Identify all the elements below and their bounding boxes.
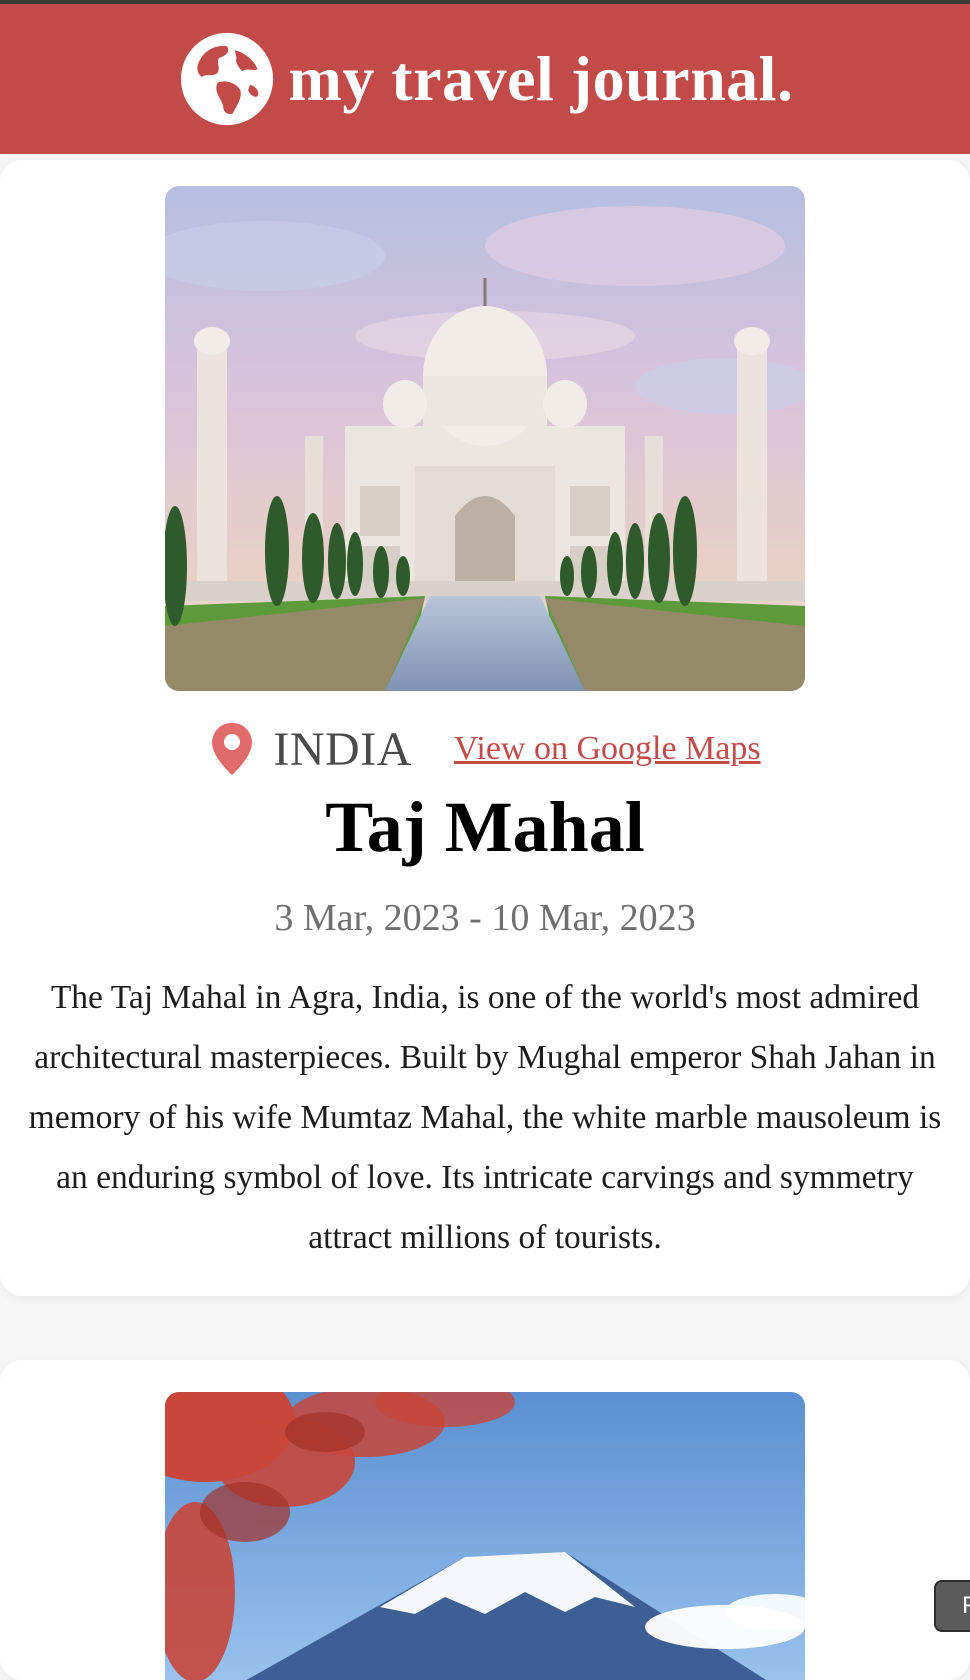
site-header: my travel journal. [0,4,970,154]
entry-photo [165,1392,805,1680]
entry-location-row: INDIA View on Google Maps [0,720,970,778]
journal-entry-card: INDIA View on Google Maps Taj Mahal 3 Ma… [0,160,970,1296]
entry-title: Taj Mahal [325,787,645,867]
floating-action-button[interactable]: F [934,1580,970,1632]
globe-icon [177,29,277,129]
view-on-google-maps-link[interactable]: View on Google Maps [454,730,761,768]
journal-entry-card [0,1360,970,1680]
map-pin-icon [209,720,255,778]
entry-dates: 3 Mar, 2023 - 10 Mar, 2023 [274,897,696,939]
entry-photo [165,186,805,691]
site-title: my travel journal. [288,43,794,114]
entry-description: The Taj Mahal in Agra, India, is one of … [28,979,942,1256]
entry-country: INDIA [273,722,412,776]
